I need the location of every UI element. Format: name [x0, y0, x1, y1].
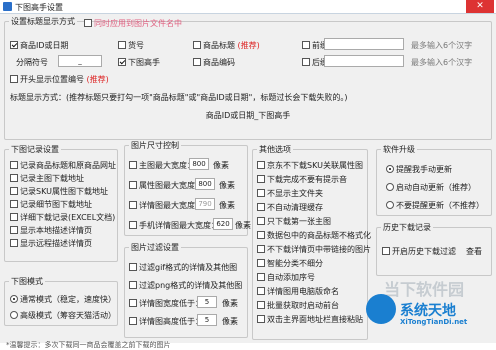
other-item[interactable]: 双击主界面地址栏直接粘贴	[257, 314, 363, 325]
product-code-checkbox[interactable]	[193, 58, 201, 66]
prefix-max-hint: 最多输入6个汉字	[411, 41, 473, 50]
other-item[interactable]: 只下载第一张主图	[257, 216, 331, 227]
filter-height[interactable]: 详情图高度低于：	[129, 316, 203, 327]
settings-client: 设置标题显示方式 同时应用到图片文件名中 商品ID或日期 货号 商品标题 (推荐…	[0, 14, 496, 349]
other-legend: 其他选项	[259, 145, 291, 154]
mode-advanced-radio[interactable]: 高级模式（筹容天猫活动）	[10, 310, 116, 321]
filter-png[interactable]: 过滤png格式的详情及其他图	[129, 280, 242, 291]
size-row-attr[interactable]: 属性图最大宽度：	[129, 180, 203, 191]
separator-input[interactable]: _	[58, 55, 102, 67]
window-title: 下图高手设置	[15, 3, 63, 12]
separator-label: 分隔符号	[16, 58, 48, 67]
other-item[interactable]: 数据包中的商品标题不格式化	[257, 230, 371, 241]
product-id-label: 商品ID或日期	[20, 41, 69, 50]
product-title-note: (推荐)	[237, 41, 260, 50]
opt-product-code[interactable]: 商品编码	[193, 57, 235, 68]
filter-height-input[interactable]: 5	[197, 314, 217, 326]
size-main-input[interactable]: 800	[189, 158, 209, 170]
suffix-input[interactable]	[324, 55, 404, 67]
size-unit: 像素	[219, 201, 235, 210]
prefix-input[interactable]	[324, 38, 404, 50]
size-unit: 像素	[213, 161, 229, 170]
filter-gif[interactable]: 过滤gif格式的详情及其他图	[129, 262, 237, 273]
size-attr-input[interactable]: 800	[195, 178, 215, 190]
product-code-label: 商品编码	[203, 58, 235, 67]
other-item[interactable]: 智能分类不细分	[257, 258, 323, 269]
product-title-checkbox[interactable]	[193, 41, 201, 49]
watermark-brand2: 系统天地	[400, 303, 456, 319]
opt-position-number[interactable]: 开头显示位置编号 (推荐)	[10, 74, 109, 85]
size-row-mobile[interactable]: 手机详情图最大宽度：	[129, 220, 219, 231]
filter-unit: 像素	[222, 299, 238, 308]
opt-xiatu[interactable]: 下图高手	[118, 57, 160, 68]
app-icon	[3, 2, 12, 11]
update-manual-radio[interactable]: 提醒我手动更新	[386, 164, 452, 175]
record-item[interactable]: 详细下载记录(EXCEL文档)	[10, 212, 115, 223]
record-legend: 下图记录设置	[11, 145, 59, 154]
title-preview: 商品ID或日期_下图高手	[205, 111, 291, 120]
history-view-link[interactable]: 查看	[466, 246, 482, 257]
filter-width-input[interactable]: 5	[197, 296, 217, 308]
suffix-checkbox[interactable]	[302, 58, 310, 66]
filter-width[interactable]: 详情图宽度低于：	[129, 298, 203, 309]
size-legend: 图片尺寸控制	[131, 141, 179, 150]
other-item[interactable]: 不自动清理缓存	[257, 202, 323, 213]
position-number-checkbox[interactable]	[10, 75, 18, 83]
filter-unit: 像素	[222, 317, 238, 326]
update-legend: 软件升级	[383, 145, 415, 154]
other-item[interactable]: 下载完成不要有提示音	[257, 174, 347, 185]
history-filter-checkbox[interactable]: 开启历史下载过滤	[382, 246, 456, 257]
update-never-radio[interactable]: 不要提醒更新（不推荐）	[386, 200, 484, 211]
other-item[interactable]: 不显示主文件夹	[257, 188, 323, 199]
globe-icon	[366, 294, 396, 324]
format-description: 标题显示方式：(推荐标题只要打勾一项"商品标题"或"商品ID或日期"，标题过长会…	[10, 93, 348, 102]
xiatu-label: 下图高手	[128, 58, 160, 67]
product-title-label: 商品标题	[203, 41, 235, 50]
record-item[interactable]: 记录商品标题和原商品网址	[10, 160, 116, 171]
filter-legend: 图片过滤设置	[131, 243, 179, 252]
record-item[interactable]: 显示远程描述详情页	[10, 238, 92, 249]
sync-filename-label: 同时应用到图片文件名中	[94, 19, 182, 28]
update-auto-radio[interactable]: 启动自动更新（推荐）	[386, 182, 476, 193]
title-format-legend: 设置标题显示方式	[11, 17, 75, 26]
item-number-checkbox[interactable]	[118, 41, 126, 49]
product-id-checkbox[interactable]	[10, 41, 18, 49]
size-detail-input[interactable]: 790	[195, 198, 215, 210]
sync-filename-option[interactable]: 同时应用到图片文件名中	[84, 18, 182, 29]
other-item[interactable]: 自动添加序号	[257, 272, 315, 283]
size-row-detail[interactable]: 详情图最大宽度：	[129, 200, 203, 211]
prefix-checkbox[interactable]	[302, 41, 310, 49]
record-item[interactable]: 记录SKU属性图下载地址	[10, 186, 108, 197]
suffix-max-hint: 最多输入6个汉字	[411, 58, 473, 67]
close-button[interactable]: ✕	[466, 0, 494, 13]
size-row-main[interactable]: 主图最大宽度：	[129, 160, 195, 171]
other-item[interactable]: 京东不下载SKU关联属性图	[257, 160, 363, 171]
mode-normal-radio[interactable]: 通常模式（稳定，速度快）	[10, 294, 116, 305]
xiatu-checkbox[interactable]	[118, 58, 126, 66]
watermark-url: XiTongTianDi.net	[400, 318, 468, 326]
opt-product-title[interactable]: 商品标题 (推荐)	[193, 40, 260, 51]
item-number-label: 货号	[128, 41, 144, 50]
history-legend: 历史下载记录	[383, 223, 431, 232]
record-item[interactable]: 记录主图下载地址	[10, 173, 84, 184]
record-item[interactable]: 显示本地描述详情页	[10, 225, 92, 236]
opt-item-number[interactable]: 货号	[118, 40, 144, 51]
size-unit: 像素	[219, 181, 235, 190]
opt-product-id[interactable]: 商品ID或日期	[10, 40, 69, 51]
position-number-note: (推荐)	[86, 75, 109, 84]
other-item[interactable]: 批量获取时启动前台	[257, 300, 339, 311]
bottom-tip: *温馨提示：多次下载同一商品会覆盖之前下载的图片	[6, 341, 171, 349]
other-item[interactable]: 详情图用电脑版命名	[257, 286, 339, 297]
position-number-label: 开头显示位置编号	[20, 75, 84, 84]
size-mobile-input[interactable]: 620	[213, 218, 233, 230]
record-item[interactable]: 记录细节图下载地址	[10, 199, 92, 210]
title-bar: 下图高手设置 ✕	[0, 0, 496, 14]
size-unit: 像素	[235, 221, 251, 230]
other-item[interactable]: 不下载详情页中带链接的图片	[257, 244, 371, 255]
sync-filename-checkbox[interactable]	[84, 19, 92, 27]
mode-legend: 下图模式	[11, 277, 43, 286]
watermark-brand1: 当下软件园	[384, 280, 465, 299]
